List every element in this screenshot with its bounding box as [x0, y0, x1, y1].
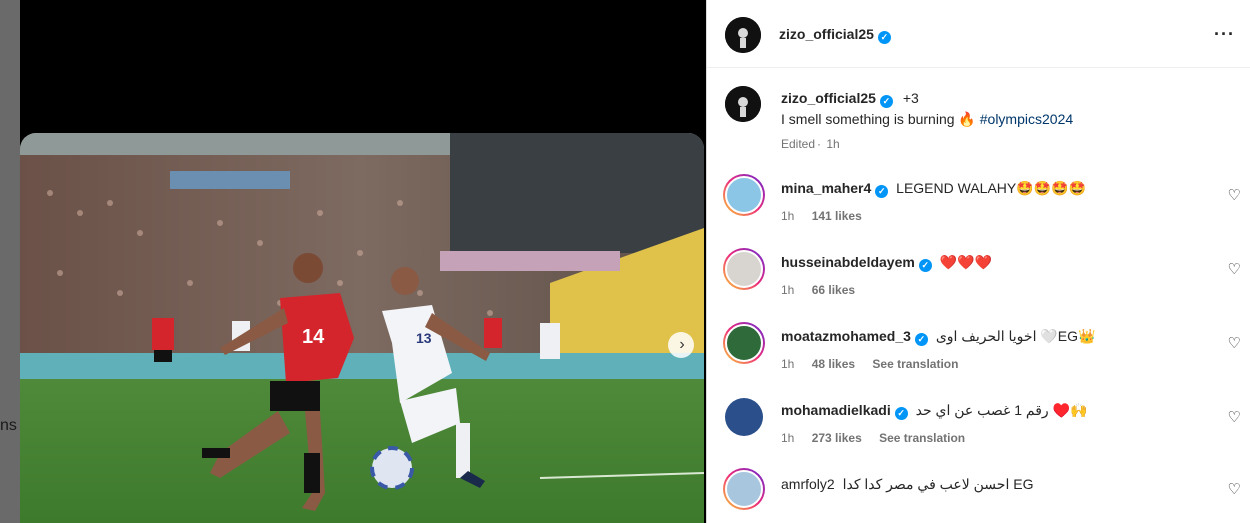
comment-username[interactable]: mohamadielkadi: [781, 402, 891, 418]
comment-username[interactable]: mina_maher4: [781, 180, 871, 196]
comment-text: ❤️❤️❤️: [939, 254, 993, 270]
verified-badge-icon: ✓: [875, 185, 889, 198]
comment-row: amrfoly2 احسن لاعب في مصر كدا كدا EG ♡: [707, 466, 1250, 523]
collaborators-count[interactable]: +3: [903, 90, 919, 106]
caption-text: I smell something is burning: [781, 111, 955, 127]
comment-likes[interactable]: 141 likes: [812, 209, 862, 223]
heart-outline-icon[interactable]: ♡: [1228, 186, 1241, 204]
comment-username[interactable]: husseinabdeldayem: [781, 254, 915, 270]
comment-body: moatazmohamed_3 ✓ اخويا الحريف اوى 🤍EG👑: [781, 328, 1095, 346]
jersey-number-right: 13: [416, 330, 432, 346]
comment-time[interactable]: 1h: [781, 209, 794, 223]
comment-meta: 1h 48 likes See translation: [781, 357, 972, 371]
heart-outline-icon[interactable]: ♡: [1228, 334, 1241, 352]
commenter-avatar[interactable]: [725, 398, 763, 436]
jersey-number-left: 14: [302, 326, 325, 348]
caption-author-line: zizo_official25 ✓ +3: [781, 90, 919, 108]
comment-likes[interactable]: 48 likes: [812, 357, 855, 371]
backdrop-text: ns: [0, 417, 17, 434]
heart-outline-icon[interactable]: ♡: [1228, 408, 1241, 426]
post-sidebar: zizo_official25 ✓ ··· zizo_official25 ✓ +3…: [706, 0, 1250, 523]
chevron-right-icon: ›: [679, 336, 685, 353]
hashtag-link[interactable]: #olympics2024: [980, 111, 1073, 127]
comment-row: mohamadielkadi ✓ رقم 1 غصب عن اي حد ♥️🙌 1…: [707, 394, 1250, 458]
caption-avatar[interactable]: [725, 86, 761, 122]
comment-meta: 1h 273 likes See translation: [781, 431, 979, 445]
author-avatar-image: [725, 17, 761, 53]
author-username[interactable]: zizo_official25: [779, 26, 874, 42]
see-translation-link[interactable]: See translation: [879, 431, 965, 445]
comment-likes[interactable]: 66 likes: [812, 283, 855, 297]
football-photo: 14 13: [20, 133, 704, 523]
comment-meta: 1h 141 likes: [781, 209, 876, 223]
commenter-avatar[interactable]: [723, 322, 765, 364]
caption-text-line: I smell something is burning 🔥 #olympics…: [781, 111, 1073, 128]
comment-body: amrfoly2 احسن لاعب في مصر كدا كدا EG: [781, 476, 1033, 493]
comment-text: اخويا الحريف اوى 🤍EG👑: [935, 328, 1096, 344]
comment-row: husseinabdeldayem ✓ ❤️❤️❤️ 1h 66 likes ♡: [707, 246, 1250, 310]
commenter-avatar[interactable]: [723, 468, 765, 510]
author-avatar[interactable]: [725, 17, 761, 53]
caption-row: zizo_official25 ✓ +3 I smell something is…: [707, 86, 1250, 156]
heart-outline-icon[interactable]: ♡: [1228, 260, 1241, 278]
comment-meta: 1h 66 likes: [781, 283, 869, 297]
caption-meta: Edited · 1h: [781, 137, 840, 151]
verified-badge-icon: ✓: [894, 407, 908, 420]
next-media-button[interactable]: ›: [668, 332, 694, 358]
comment-body: husseinabdeldayem ✓ ❤️❤️❤️: [781, 254, 992, 272]
comment-username[interactable]: moatazmohamed_3: [781, 328, 911, 344]
see-translation-link[interactable]: See translation: [872, 357, 958, 371]
comment-username[interactable]: amrfoly2: [781, 476, 835, 492]
caption-avatar-image: [725, 86, 761, 122]
comment-likes[interactable]: 273 likes: [812, 431, 862, 445]
post-photo: 14 13: [20, 133, 704, 523]
caption-time[interactable]: 1h: [826, 137, 839, 151]
instagram-post-modal: ns 14 13 › zizo_official25 ✓ ··· zizo_of…: [0, 0, 1250, 523]
verified-badge-icon: ✓: [914, 333, 928, 346]
commenter-avatar[interactable]: [723, 248, 765, 290]
comment-time[interactable]: 1h: [781, 357, 794, 371]
fire-icon: 🔥: [958, 111, 976, 127]
verified-badge-icon: ✓: [877, 31, 891, 44]
post-header: zizo_official25 ✓ ···: [707, 0, 1250, 68]
comment-row: mina_maher4 ✓ LEGEND WALAHY🤩🤩🤩🤩 1h 141 li…: [707, 172, 1250, 236]
author-name-row: zizo_official25 ✓: [779, 26, 891, 44]
verified-badge-icon: ✓: [879, 95, 893, 108]
edited-label: Edited: [781, 137, 816, 151]
commenter-avatar[interactable]: [723, 174, 765, 216]
verified-badge-icon: ✓: [918, 259, 932, 272]
comment-time[interactable]: 1h: [781, 431, 794, 445]
more-options-icon[interactable]: ···: [1214, 24, 1235, 45]
media-top-bar: [20, 0, 706, 127]
comment-text: LEGEND WALAHY🤩🤩🤩🤩: [896, 180, 1086, 196]
comment-row: moatazmohamed_3 ✓ اخويا الحريف اوى 🤍EG👑 1…: [707, 320, 1250, 384]
comment-time[interactable]: 1h: [781, 283, 794, 297]
caption-username[interactable]: zizo_official25: [781, 90, 876, 106]
comment-text: احسن لاعب في مصر كدا كدا EG: [842, 476, 1034, 492]
comment-text: رقم 1 غصب عن اي حد ♥️🙌: [915, 402, 1088, 418]
comment-body: mohamadielkadi ✓ رقم 1 غصب عن اي حد ♥️🙌: [781, 402, 1087, 420]
comment-body: mina_maher4 ✓ LEGEND WALAHY🤩🤩🤩🤩: [781, 180, 1086, 198]
heart-outline-icon[interactable]: ♡: [1228, 480, 1241, 498]
page-backdrop: [0, 0, 20, 523]
